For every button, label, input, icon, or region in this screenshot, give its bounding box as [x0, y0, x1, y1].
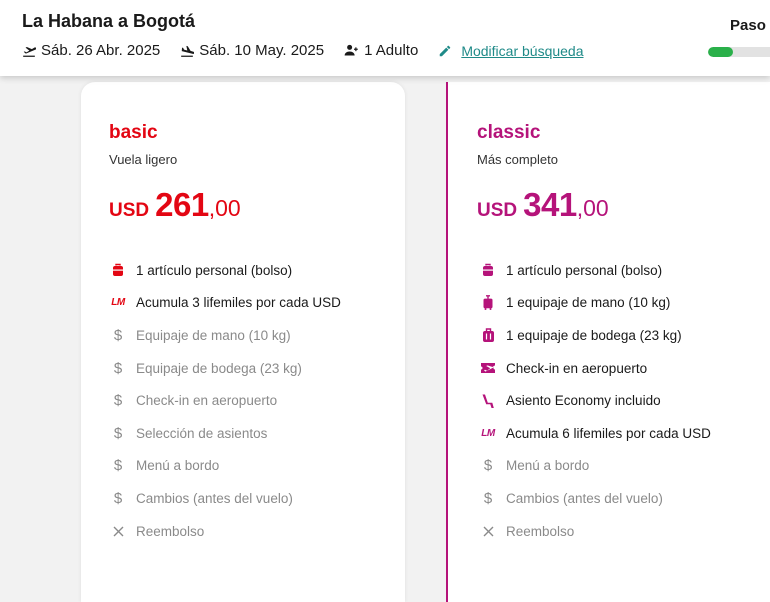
fare-feature-item: $ Menú a bordo [109, 450, 341, 483]
personal-bag-icon [479, 261, 497, 279]
fare-feature-label: Equipaje de mano (10 kg) [136, 327, 291, 343]
dollar-icon: $ [113, 392, 123, 410]
return-date-text: Sáb. 10 May. 2025 [199, 42, 325, 59]
fare-name: classic [477, 122, 541, 143]
plane-takeoff-icon [23, 46, 36, 57]
fare-subtitle: Más completo [477, 152, 558, 167]
pencil-icon [440, 45, 451, 56]
fare-feature-item: 1 artículo personal (bolso) [479, 254, 711, 287]
fare-card-classic[interactable]: classic Más completo USD 341 ,00 1 artíc… [446, 82, 770, 602]
fare-feature-label: Equipaje de bodega (23 kg) [136, 360, 302, 376]
fare-feature-item: Check-in en aeropuerto [479, 352, 711, 385]
fare-feature-item: Reembolso [479, 515, 711, 548]
fare-feature-item: 1 equipaje de mano (10 kg) [479, 287, 711, 320]
fare-card-basic[interactable]: basic Vuela ligero USD 261 ,00 1 artícul… [81, 82, 405, 602]
seat-icon [479, 392, 497, 410]
passenger-count: 1 Adulto [344, 42, 418, 59]
departure-date-text: Sáb. 26 Abr. 2025 [41, 42, 161, 59]
fare-feature-list: 1 artículo personal (bolso) LM Acumula 3 l… [109, 254, 341, 547]
fare-feature-item: $ Cambios (antes del vuelo) [479, 482, 711, 515]
fare-subtitle: Vuela ligero [109, 152, 178, 167]
route-title: La Habana a Bogotá [22, 11, 196, 31]
fare-feature-label: Menú a bordo [136, 458, 220, 474]
return-date: Sáb. 10 May. 2025 [180, 42, 324, 59]
fare-feature-label: Cambios (antes del vuelo) [506, 490, 663, 506]
fare-feature-label: 1 artículo personal (bolso) [136, 262, 293, 278]
fare-feature-label: Check-in en aeropuerto [136, 393, 278, 409]
fare-feature-item: $ Equipaje de mano (10 kg) [109, 319, 341, 352]
step-label: Paso [730, 17, 766, 34]
fare-name: basic [109, 122, 158, 143]
fare-feature-label: Reembolso [506, 523, 575, 539]
fare-feature-label: Reembolso [136, 523, 205, 539]
checked-bag-icon [479, 326, 497, 344]
close-icon [109, 522, 127, 540]
dollar-icon: $ [113, 326, 123, 344]
lifemiles-icon: LM [111, 297, 125, 309]
dollar-icon: $ [483, 489, 493, 507]
fare-feature-label: Cambios (antes del vuelo) [136, 490, 293, 506]
carry-on-icon [479, 294, 497, 312]
fare-price: USD 261 ,00 [109, 186, 241, 224]
fare-feature-label: 1 equipaje de bodega (23 kg) [506, 327, 682, 343]
fare-feature-label: Acumula 3 lifemiles por cada USD [136, 295, 341, 311]
dollar-icon: $ [113, 359, 123, 377]
person-add-icon [344, 44, 358, 56]
lifemiles-icon: LM [481, 427, 495, 439]
dollar-icon: $ [113, 424, 123, 442]
fare-feature-item: Reembolso [109, 515, 341, 548]
price-decimals: ,00 [208, 195, 241, 221]
boarding-pass-icon [479, 359, 497, 377]
fare-feature-label: Selección de asientos [136, 425, 268, 441]
fare-feature-item: Asiento Economy incluido [479, 384, 711, 417]
price-currency: USD [477, 200, 518, 221]
trip-info-row: Sáb. 26 Abr. 2025 Sáb. 10 May. 2025 1 Ad… [22, 42, 584, 59]
price-integer: 341 [523, 186, 577, 223]
dollar-icon: $ [483, 457, 493, 475]
progress-fill [708, 47, 733, 57]
passenger-count-text: 1 Adulto [364, 42, 419, 59]
price-integer: 261 [155, 186, 209, 223]
fare-feature-item: 1 artículo personal (bolso) [109, 254, 341, 287]
dollar-icon: $ [113, 489, 123, 507]
price-currency: USD [109, 200, 150, 221]
price-decimals: ,00 [576, 195, 609, 221]
close-icon [479, 522, 497, 540]
fare-feature-label: Acumula 6 lifemiles por cada USD [506, 425, 711, 441]
fare-feature-label: Menú a bordo [506, 458, 590, 474]
search-summary-header: La Habana a Bogotá Sáb. 26 Abr. 2025 Sáb… [0, 0, 770, 76]
fare-feature-list: 1 artículo personal (bolso) 1 equipaje de… [479, 254, 711, 547]
plane-landing-icon [181, 45, 195, 57]
fare-feature-label: Check-in en aeropuerto [506, 360, 648, 376]
fare-feature-item: $ Menú a bordo [479, 450, 711, 483]
dollar-icon: $ [113, 457, 123, 475]
personal-bag-icon [109, 261, 127, 279]
fare-feature-item: $ Selección de asientos [109, 417, 341, 450]
fare-feature-item: LM Acumula 3 lifemiles por cada USD [109, 287, 341, 320]
booking-progress-bar [708, 47, 770, 57]
fare-feature-item: $ Equipaje de bodega (23 kg) [109, 352, 341, 385]
fare-price: USD 341 ,00 [477, 186, 609, 224]
fare-feature-item: 1 equipaje de bodega (23 kg) [479, 319, 711, 352]
modify-search-link[interactable]: Modificar búsqueda [438, 42, 584, 59]
fare-feature-label: 1 artículo personal (bolso) [506, 262, 663, 278]
fare-feature-item: $ Cambios (antes del vuelo) [109, 482, 341, 515]
fare-feature-item: $ Check-in en aeropuerto [109, 384, 341, 417]
departure-date: Sáb. 26 Abr. 2025 [22, 42, 160, 59]
modify-search-label: Modificar búsqueda [461, 42, 584, 59]
fare-feature-item: LM Acumula 6 lifemiles por cada USD [479, 417, 711, 450]
fare-feature-label: 1 equipaje de mano (10 kg) [506, 295, 671, 311]
fare-feature-label: Asiento Economy incluido [506, 393, 661, 409]
